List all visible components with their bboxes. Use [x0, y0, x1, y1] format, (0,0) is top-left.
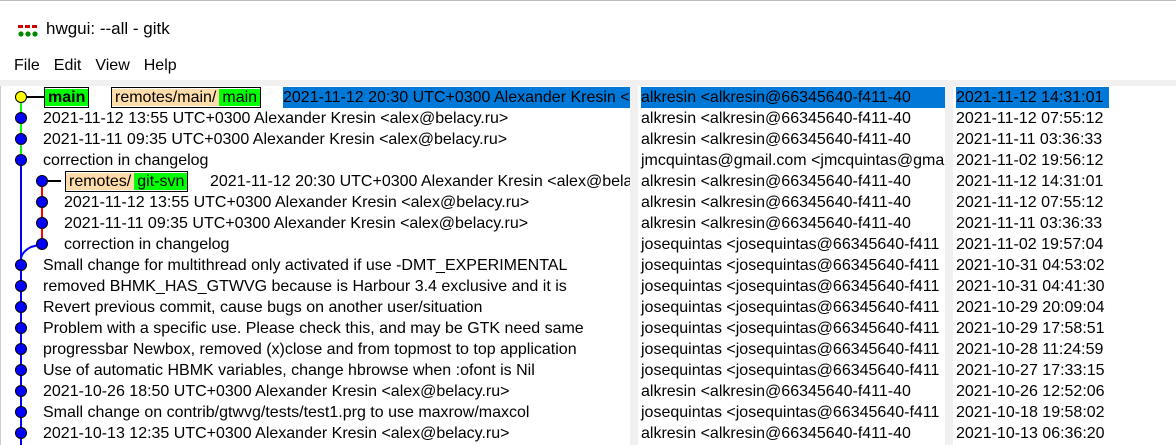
commit-date[interactable]: 2021-11-11 03:36:33: [956, 129, 1102, 150]
ref-label-part: main: [45, 89, 89, 106]
commit-node: [15, 322, 27, 334]
window-title: hwgui: --all - gitk: [46, 19, 170, 38]
commit-author[interactable]: josequintas <josequintas@66345640-f411: [641, 276, 939, 297]
commit-node: [15, 259, 27, 271]
commit-date[interactable]: 2021-10-13 06:36:20: [956, 423, 1105, 444]
commit-graph-pane[interactable]: main remotes/main/main 2021-11-12 20:30 UT…: [0, 86, 631, 445]
commit-author[interactable]: josequintas <josequintas@66345640-f411: [641, 255, 939, 276]
commit-subject[interactable]: Revert previous commit, cause bugs on an…: [43, 297, 482, 318]
commit-subject[interactable]: 2021-11-11 09:35 UTC+0300 Alexander Kres…: [64, 213, 528, 234]
commit-node: [36, 175, 48, 187]
commit-node: [15, 406, 27, 418]
commit-node: [36, 238, 48, 250]
menu-file[interactable]: File: [0, 56, 47, 80]
commit-node: [15, 343, 27, 355]
commit-author[interactable]: alkresin <alkresin@66345640-f411-40: [641, 423, 911, 444]
commit-date[interactable]: 2021-10-29 17:58:51: [956, 318, 1105, 339]
commit-date[interactable]: 2021-10-18 19:58:02: [956, 402, 1105, 423]
commit-node: [15, 364, 27, 376]
commit-author[interactable]: josequintas <josequintas@66345640-f411: [641, 297, 939, 318]
pane-sash-2[interactable]: [945, 86, 953, 445]
commit-subject[interactable]: 2021-10-26 18:50 UTC+0300 Alexander Kres…: [43, 381, 509, 402]
gitk-app-icon: [18, 25, 38, 37]
commit-author[interactable]: josequintas <josequintas@66345640-f411: [641, 234, 939, 255]
commit-author[interactable]: alkresin <alkresin@66345640-f411-40: [641, 192, 911, 213]
commit-date[interactable]: 2021-11-12 14:31:01: [956, 171, 1103, 192]
menu-edit[interactable]: Edit: [47, 56, 89, 80]
commit-node: [15, 133, 27, 145]
commit-subject[interactable]: 2021-11-12 13:55 UTC+0300 Alexander Kres…: [43, 108, 508, 129]
commit-date[interactable]: 2021-10-29 20:09:04: [956, 297, 1105, 318]
pane-sash-1[interactable]: [630, 86, 638, 445]
ref-label[interactable]: remotes/main/main: [111, 87, 262, 108]
commit-node: [15, 154, 27, 166]
commit-subject[interactable]: 2021-11-12 20:30 UTC+0300 Alexander Kres…: [210, 171, 631, 192]
commit-author[interactable]: alkresin <alkresin@66345640-f411-40: [641, 87, 945, 108]
commit-subject[interactable]: correction in changelog: [64, 234, 229, 255]
commit-node: [15, 301, 27, 313]
commit-subject[interactable]: 2021-11-12 13:55 UTC+0300 Alexander Kres…: [64, 192, 529, 213]
date-pane[interactable]: 2021-11-12 14:31:01 2021-11-12 07:55:12 20…: [953, 86, 1176, 445]
commit-author[interactable]: alkresin <alkresin@66345640-f411-40: [641, 129, 911, 150]
commit-author[interactable]: jmcquintas@gmail.com <jmcquintas@gmail.c…: [641, 150, 945, 171]
commit-date[interactable]: 2021-11-12 14:31:01: [956, 87, 1110, 108]
commit-date[interactable]: 2021-11-12 07:55:12: [956, 192, 1103, 213]
commit-subject[interactable]: 2021-10-13 12:35 UTC+0300 Alexander Kres…: [43, 423, 509, 444]
commit-author[interactable]: josequintas <josequintas@66345640-f411: [641, 318, 939, 339]
commit-subject[interactable]: correction in changelog: [43, 150, 208, 171]
menu-help[interactable]: Help: [137, 56, 184, 80]
commit-node: [15, 427, 27, 439]
commit-author[interactable]: alkresin <alkresin@66345640-f411-40: [641, 213, 911, 234]
commit-node: [36, 196, 48, 208]
commit-node: [15, 112, 27, 124]
commit-date[interactable]: 2021-11-02 19:56:12: [956, 150, 1103, 171]
commit-node: [15, 280, 27, 292]
commit-author[interactable]: josequintas <josequintas@66345640-f411: [641, 339, 939, 360]
commit-date[interactable]: 2021-10-26 12:52:06: [956, 381, 1105, 402]
commit-subject[interactable]: progressbar Newbox, removed (x)close and…: [43, 339, 577, 360]
ref-label-part: git-svn: [134, 173, 188, 190]
commit-date[interactable]: 2021-11-11 03:36:33: [956, 213, 1102, 234]
ref-label-part: remotes/: [66, 173, 135, 190]
commit-author[interactable]: alkresin <alkresin@66345640-f411-40: [641, 171, 911, 192]
commit-date[interactable]: 2021-10-31 04:53:02: [956, 255, 1105, 276]
ref-label[interactable]: remotes/git-svn: [65, 171, 189, 192]
head-commit-node: [15, 91, 27, 103]
commit-date[interactable]: 2021-11-12 07:55:12: [956, 108, 1103, 129]
commit-node: [15, 385, 27, 397]
commit-author[interactable]: alkresin <alkresin@66345640-f411-40: [641, 381, 911, 402]
commit-subject[interactable]: Small change for multithread only activa…: [43, 255, 567, 276]
commit-date[interactable]: 2021-11-02 19:57:04: [956, 234, 1103, 255]
menu-view[interactable]: View: [88, 56, 136, 80]
commit-date[interactable]: 2021-10-27 17:33:15: [956, 360, 1105, 381]
title-bar: hwgui: --all - gitk: [0, 0, 1176, 57]
commit-subject[interactable]: Problem with a specific use. Please chec…: [43, 318, 584, 339]
commit-subject[interactable]: Small change on contrib/gtwvg/tests/test…: [43, 402, 529, 423]
commit-subject[interactable]: 2021-11-12 20:30 UTC+0300 Alexander Kres…: [283, 87, 631, 108]
ref-label-part: remotes/main/: [112, 89, 220, 106]
commit-date[interactable]: 2021-10-31 04:41:30: [956, 276, 1105, 297]
commit-author[interactable]: josequintas <josequintas@66345640-f411: [641, 402, 939, 423]
author-pane[interactable]: alkresin <alkresin@66345640-f411-40 alkre…: [638, 86, 945, 445]
commit-subject[interactable]: Use of automatic HBMK variables, change …: [43, 360, 535, 381]
commit-subject[interactable]: removed BHMK_HAS_GTWVG because is Harbou…: [43, 276, 567, 297]
menu-bar: File Edit View Help: [0, 56, 1176, 80]
commit-subject[interactable]: 2021-11-11 09:35 UTC+0300 Alexander Kres…: [43, 129, 507, 150]
commit-author[interactable]: josequintas <josequintas@66345640-f411: [641, 360, 939, 381]
ref-label-part: main: [219, 89, 261, 106]
ref-label[interactable]: main: [44, 87, 90, 108]
commit-node: [36, 217, 48, 229]
commit-author[interactable]: alkresin <alkresin@66345640-f411-40: [641, 108, 911, 129]
commit-date[interactable]: 2021-10-28 11:24:59: [956, 339, 1103, 360]
